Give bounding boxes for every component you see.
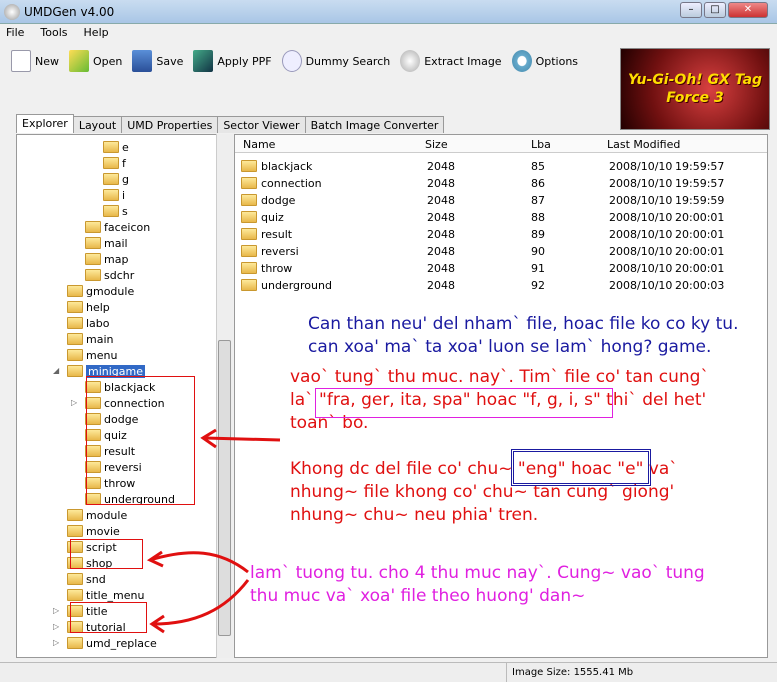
annotation-arrows (146, 428, 281, 634)
image-size-status: Image Size: 1555.41 Mb (512, 667, 634, 678)
arrow-to-minigame (204, 436, 281, 442)
arrow-to-title-tutorial (152, 579, 250, 626)
arrow-to-script-shop (149, 551, 249, 574)
status-bar: Image Size: 1555.41 Mb (0, 662, 777, 682)
